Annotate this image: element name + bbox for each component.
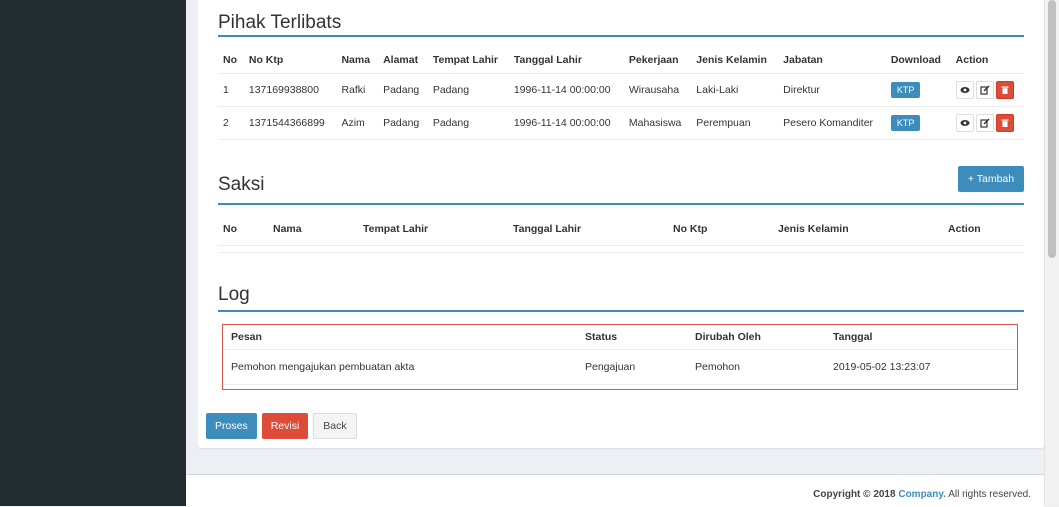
cell-action <box>950 106 1024 140</box>
cell-tempat-lahir: Padang <box>427 106 509 140</box>
cell-alamat: Padang <box>378 106 428 140</box>
row-actions <box>955 81 1014 99</box>
saksi-title: Saksi <box>218 174 265 195</box>
log-header-row: Pesan Status Dirubah Oleh Tanggal <box>223 325 1017 350</box>
ktp-download-button[interactable]: KTP <box>890 82 921 98</box>
col-jenis-kelamin: Jenis Kelamin <box>773 213 943 246</box>
cell-download: KTP <box>885 106 951 140</box>
col-nama: Nama <box>336 47 379 74</box>
table-row: 2 1371544366899 Azim Padang Padang 1996-… <box>218 106 1024 140</box>
empty-row <box>218 245 1024 253</box>
eye-icon[interactable] <box>955 81 974 99</box>
col-no-ktp: No Ktp <box>243 47 337 74</box>
saksi-rule <box>218 203 1024 205</box>
col-jabatan: Jabatan <box>778 47 886 74</box>
cell-download: KTP <box>885 73 951 107</box>
cell-no: 2 <box>218 106 244 140</box>
log-table: Pesan Status Dirubah Oleh Tanggal Pemoho… <box>223 325 1017 385</box>
proses-button[interactable]: Proses <box>206 413 257 439</box>
trash-icon[interactable] <box>995 114 1014 132</box>
ktp-download-button[interactable]: KTP <box>890 115 921 131</box>
cell-dirubah-oleh: Pemohon <box>690 349 828 385</box>
col-pekerjaan: Pekerjaan <box>623 47 692 74</box>
cell-status: Pengajuan <box>580 349 690 385</box>
col-no: No <box>218 47 244 74</box>
cell-nama: Azim <box>336 106 379 140</box>
col-download: Download <box>885 47 951 74</box>
table-row: 1 137169938800 Rafki Padang Padang 1996-… <box>218 73 1024 107</box>
footer-copyright: Copyright © 2018 Company. All rights res… <box>813 489 1031 500</box>
revisi-button[interactable]: Revisi <box>261 413 309 439</box>
scrollbar-thumb[interactable] <box>1048 0 1056 258</box>
copyright-text: Copyright © 2018 <box>813 489 896 500</box>
footer: Copyright © 2018 Company. All rights res… <box>186 474 1045 507</box>
saksi-header-row: No Nama Tempat Lahir Tanggal Lahir No Kt… <box>218 213 1024 246</box>
rights-text: All rights reserved. <box>948 489 1031 500</box>
col-tanggal-lahir: Tanggal Lahir <box>508 213 668 246</box>
col-tanggal: Tanggal <box>828 325 1017 350</box>
pihak-table: No No Ktp Nama Alamat Tempat Lahir Tangg… <box>218 47 1024 140</box>
cell-no-ktp: 1371544366899 <box>243 106 337 140</box>
cell-jenis-kelamin: Perempuan <box>691 106 779 140</box>
cell-pesan: Pemohon mengajukan pembuatan akta <box>223 349 580 385</box>
page-scrollbar[interactable] <box>1044 0 1059 506</box>
action-buttons: Proses Revisi Back <box>206 413 357 439</box>
col-status: Status <box>580 325 690 350</box>
col-action: Action <box>943 213 1024 246</box>
col-dirubah-oleh: Dirubah Oleh <box>690 325 828 350</box>
pihak-title: Pihak Terlibats <box>218 12 342 33</box>
cell-tanggal: 2019-05-02 13:23:07 <box>828 349 1017 385</box>
edit-icon[interactable] <box>975 81 994 99</box>
back-button[interactable]: Back <box>313 413 357 439</box>
cell-no: 1 <box>218 73 244 107</box>
log-table-container: Pesan Status Dirubah Oleh Tanggal Pemoho… <box>222 324 1018 390</box>
cell-pekerjaan: Wirausaha <box>623 73 692 107</box>
cell-action <box>950 73 1024 107</box>
cell-alamat: Padang <box>378 73 428 107</box>
pihak-rule <box>218 35 1024 37</box>
cell-jabatan: Pesero Komanditer <box>778 106 886 140</box>
log-title: Log <box>218 284 250 305</box>
col-pesan: Pesan <box>223 325 580 350</box>
cell-tanggal-lahir: 1996-11-14 00:00:00 <box>508 73 624 107</box>
tambah-button[interactable]: + Tambah <box>958 166 1024 192</box>
col-no-ktp: No Ktp <box>668 213 773 246</box>
col-tanggal-lahir: Tanggal Lahir <box>508 47 624 74</box>
col-action: Action <box>950 47 1024 74</box>
edit-icon[interactable] <box>975 114 994 132</box>
company-link[interactable]: Company. <box>898 489 946 500</box>
cell-tempat-lahir: Padang <box>427 73 509 107</box>
col-alamat: Alamat <box>378 47 428 74</box>
trash-icon[interactable] <box>995 81 1014 99</box>
table-row: Pemohon mengajukan pembuatan akta Pengaj… <box>223 349 1017 385</box>
sidebar <box>0 0 186 506</box>
col-tempat-lahir: Tempat Lahir <box>358 213 508 246</box>
eye-icon[interactable] <box>955 114 974 132</box>
cell-pekerjaan: Mahasiswa <box>623 106 692 140</box>
pihak-header-row: No No Ktp Nama Alamat Tempat Lahir Tangg… <box>218 47 1024 74</box>
col-nama: Nama <box>268 213 358 246</box>
log-rule <box>218 310 1024 312</box>
row-actions <box>955 114 1014 132</box>
col-tempat-lahir: Tempat Lahir <box>427 47 509 74</box>
cell-no-ktp: 137169938800 <box>243 73 337 107</box>
col-jenis-kelamin: Jenis Kelamin <box>691 47 779 74</box>
cell-jabatan: Direktur <box>778 73 886 107</box>
cell-jenis-kelamin: Laki-Laki <box>691 73 779 107</box>
col-no: No <box>218 213 268 246</box>
empty-cell <box>218 245 1024 253</box>
saksi-table: No Nama Tempat Lahir Tanggal Lahir No Kt… <box>218 213 1024 253</box>
cell-nama: Rafki <box>336 73 379 107</box>
content-panel: Pihak Terlibats No No Ktp Nama Alamat Te… <box>198 0 1044 448</box>
cell-tanggal-lahir: 1996-11-14 00:00:00 <box>508 106 624 140</box>
